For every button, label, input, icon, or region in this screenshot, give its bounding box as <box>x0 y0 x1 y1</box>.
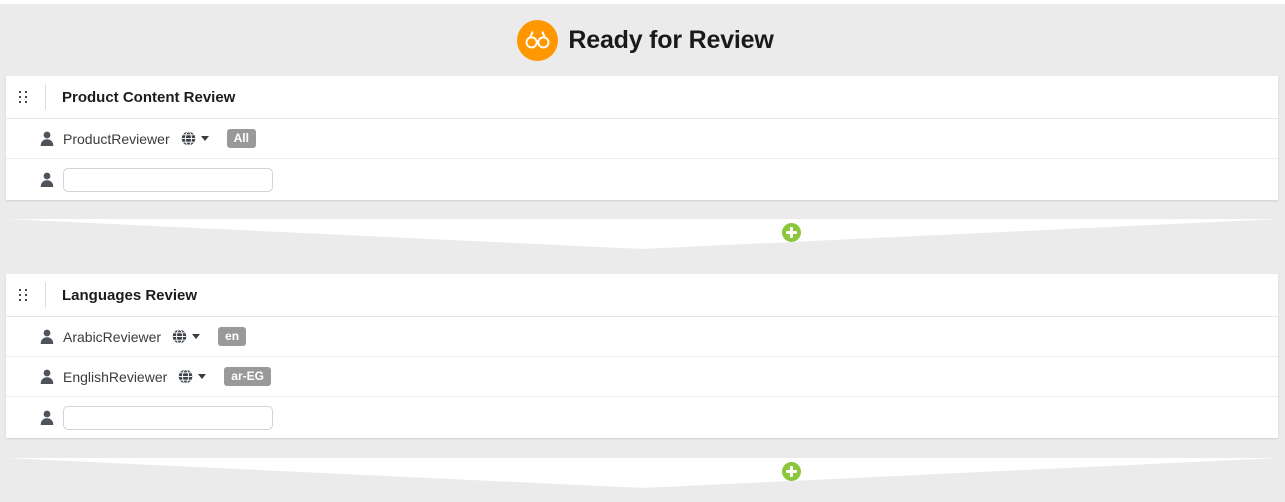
workflow-stage: Product Content Review ProductReviewer A… <box>0 76 1285 502</box>
person-icon <box>40 410 54 425</box>
notch-right-wing <box>642 219 1278 249</box>
chevron-down-icon <box>192 334 201 339</box>
reviewer-name: ArabicReviewer <box>63 328 162 345</box>
globe-icon <box>181 131 195 146</box>
person-icon <box>40 131 54 146</box>
locale-selector[interactable] <box>172 329 201 344</box>
chevron-down-icon <box>200 136 209 141</box>
new-reviewer-input[interactable] <box>63 405 273 430</box>
locale-badge: All <box>226 129 256 148</box>
status-title: Ready for Review <box>568 25 774 54</box>
step-header: Languages Review <box>6 274 1278 317</box>
reviewer-row: ProductReviewer All <box>6 119 1278 159</box>
step-connector-notch <box>6 219 1278 249</box>
reviewer-row: ArabicReviewer en <box>6 317 1278 357</box>
person-icon <box>40 329 54 344</box>
notch-right-wing <box>642 458 1278 488</box>
plus-icon-vertical <box>790 466 793 477</box>
workflow-step-card: Languages Review ArabicReviewer en Engli… <box>6 274 1278 438</box>
add-reviewer-row <box>6 159 1278 200</box>
status-header: Ready for Review <box>0 4 1285 76</box>
step-header: Product Content Review <box>6 76 1278 119</box>
notch-left-wing <box>6 458 642 488</box>
workflow-canvas: Ready for Review Product Content Review … <box>0 0 1285 502</box>
header-divider <box>45 282 46 308</box>
locale-badge: en <box>218 327 247 346</box>
workflow-step-card: Product Content Review ProductReviewer A… <box>6 76 1278 200</box>
add-step-button[interactable] <box>782 223 801 242</box>
chevron-down-icon <box>198 374 207 379</box>
header-divider <box>45 84 46 110</box>
status-header-content: Ready for Review <box>517 19 774 61</box>
step-title: Languages Review <box>62 286 198 304</box>
drag-handle-icon[interactable] <box>19 89 31 105</box>
locale-badge: ar-EG <box>224 367 271 386</box>
add-step-button[interactable] <box>782 462 801 481</box>
globe-icon <box>179 369 193 384</box>
person-icon <box>40 369 54 384</box>
locale-selector[interactable] <box>181 131 209 146</box>
add-reviewer-row <box>6 397 1278 438</box>
reviewer-name: EnglishReviewer <box>63 368 168 385</box>
person-icon <box>40 172 54 187</box>
drag-handle-icon[interactable] <box>19 287 31 303</box>
glasses-icon <box>517 19 559 61</box>
reviewer-name: ProductReviewer <box>63 130 170 147</box>
locale-selector[interactable] <box>178 369 207 384</box>
globe-icon <box>172 329 187 344</box>
step-title: Product Content Review <box>62 88 236 106</box>
plus-icon-vertical <box>790 227 793 238</box>
step-connector-notch <box>6 458 1278 488</box>
reviewer-row: EnglishReviewer ar-EG <box>6 357 1278 397</box>
notch-left-wing <box>6 219 642 249</box>
new-reviewer-input[interactable] <box>63 167 273 192</box>
